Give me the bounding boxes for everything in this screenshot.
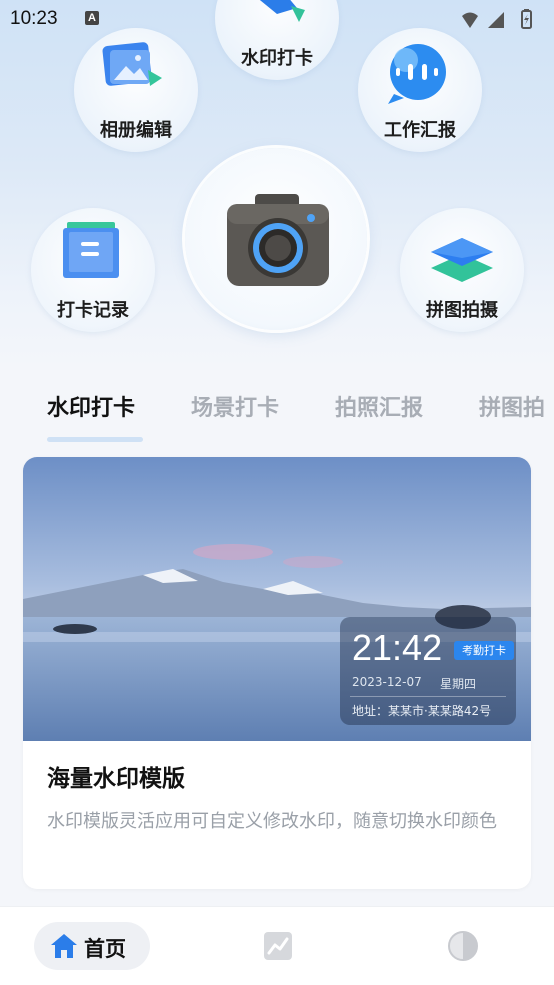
chat-icon [388,44,446,104]
shortcut-label: 工作汇报 [384,120,456,141]
nav-home[interactable]: 首页 [34,922,150,970]
tab-scene-checkin[interactable]: 场景打卡 [191,390,279,422]
wifi-icon [462,12,478,28]
shortcut-label: 相册编辑 [100,120,172,141]
watermark-divider [350,696,506,697]
watermark-icon [259,0,305,22]
camera-icon [227,194,329,286]
shortcut-watermark-checkin[interactable]: 水印打卡 [215,0,339,80]
template-card[interactable]: 21:42 考勤打卡 2023-12-07 星期四 地址：某某市·某某路42号 … [23,457,531,889]
notification-icon: A [85,11,99,25]
contrast-icon[interactable] [447,930,479,962]
shortcut-album-edit[interactable]: 相册编辑 [74,28,198,152]
shortcut-label: 水印打卡 [241,48,313,69]
shortcut-collage-shoot[interactable]: 拼图拍摄 [400,208,524,332]
shortcut-label: 拼图拍摄 [426,300,498,321]
card-title: 海量水印模版 [47,766,185,792]
shortcut-work-report[interactable]: 工作汇报 [358,28,482,152]
tab-indicator [47,437,143,442]
chart-icon[interactable] [263,931,293,961]
status-icons [462,9,532,29]
watermark-date: 2023-12-07 [352,675,422,689]
watermark-weekday: 星期四 [440,677,477,691]
tab-watermark-checkin[interactable]: 水印打卡 [47,390,135,422]
battery-icon [521,9,532,29]
layers-icon [431,238,493,282]
bottom-navigation: 首页 [0,906,554,985]
watermark-address: 地址：某某市·某某路42号 [352,704,492,718]
status-time: 10:23 [10,8,58,29]
album-icon [102,42,162,86]
watermark-badge: 考勤打卡 [454,641,514,660]
shortcut-checkin-record[interactable]: 打卡记录 [31,208,155,332]
watermark-overlay: 21:42 考勤打卡 2023-12-07 星期四 地址：某某市·某某路42号 [340,617,516,725]
camera-button[interactable] [185,148,367,330]
tab-photo-report[interactable]: 拍照汇报 [335,390,423,422]
signal-icon [488,12,504,28]
nav-home-label: 首页 [84,937,126,961]
watermark-time: 21:42 [352,627,443,668]
shortcut-label: 打卡记录 [57,300,129,321]
card-description: 水印模版灵活应用可自定义修改水印，随意切换水印颜色 [47,811,497,832]
tab-collage[interactable]: 拼图拍 [479,390,545,422]
category-tabs: 水印打卡 场景打卡 拍照汇报 拼图拍 [0,380,554,442]
home-icon [51,934,77,958]
document-icon [63,222,119,278]
